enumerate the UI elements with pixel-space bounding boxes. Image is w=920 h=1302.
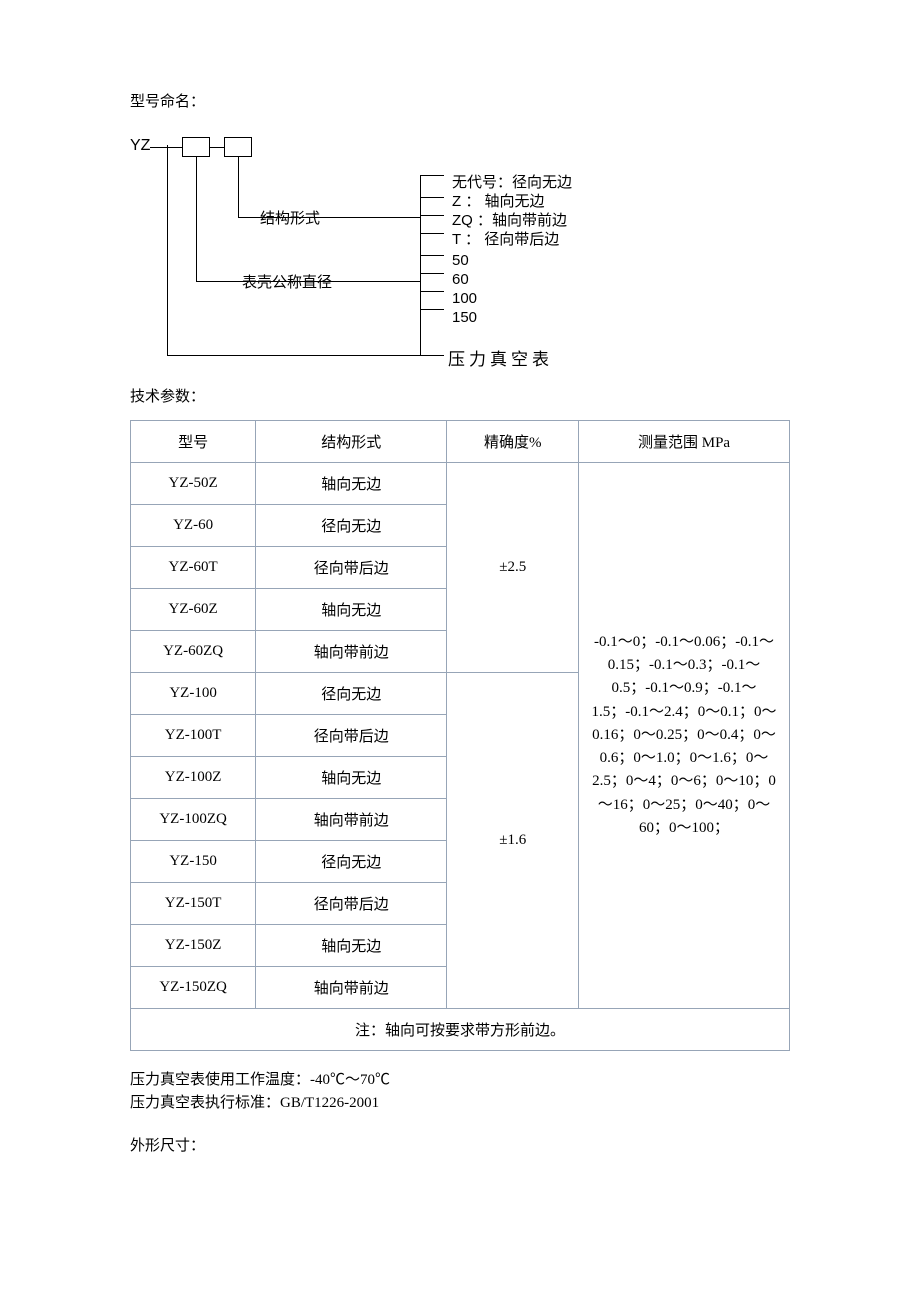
spec-table: 型号 结构形式 精确度% 测量范围 MPa YZ-50Z 轴向无边 ±2.5 -… — [130, 420, 790, 1051]
cell-model: YZ-100ZQ — [131, 799, 256, 841]
cell-model: YZ-60T — [131, 547, 256, 589]
table-row: YZ-50Z 轴向无边 ±2.5 -0.1～0；-0.1～0.06；-0.1～0… — [131, 463, 790, 505]
diagram-line — [420, 273, 444, 274]
cell-accuracy-b: ±1.6 — [447, 673, 579, 1009]
diagram-line — [420, 309, 444, 310]
cell-model: YZ-50Z — [131, 463, 256, 505]
slot-diameter — [182, 137, 210, 157]
diagram-line — [420, 175, 421, 355]
cell-accuracy-a: ±2.5 — [447, 463, 579, 673]
diagram-line — [196, 157, 197, 281]
cell-model: YZ-100 — [131, 673, 256, 715]
cell-model: YZ-60 — [131, 505, 256, 547]
cell-model: YZ-60Z — [131, 589, 256, 631]
cell-model: YZ-100T — [131, 715, 256, 757]
th-model: 型号 — [131, 421, 256, 463]
th-accuracy: 精确度% — [447, 421, 579, 463]
cell-model: YZ-150ZQ — [131, 967, 256, 1009]
label-structure: 结构形式 — [260, 207, 320, 228]
cell-structure: 径向带后边 — [256, 715, 447, 757]
cell-model: YZ-60ZQ — [131, 631, 256, 673]
dimensions-heading: 外形尺寸： — [130, 1134, 790, 1155]
cell-structure: 径向无边 — [256, 505, 447, 547]
label-gauge-type: 压力真空表 — [448, 345, 553, 370]
naming-heading: 型号命名： — [130, 90, 790, 111]
diagram-line — [150, 147, 182, 148]
cell-structure: 径向无边 — [256, 841, 447, 883]
cell-structure: 轴向无边 — [256, 757, 447, 799]
cell-structure: 轴向带前边 — [256, 967, 447, 1009]
diagram-line — [420, 233, 444, 234]
cell-structure: 径向带后边 — [256, 547, 447, 589]
diagram-line — [210, 147, 224, 148]
cell-model: YZ-150 — [131, 841, 256, 883]
table-note-row: 注：轴向可按要求带方形前边。 — [131, 1009, 790, 1051]
note-standard: 压力真空表执行标准：GB/T1226-2001 — [130, 1092, 790, 1115]
diagram-line — [420, 197, 444, 198]
th-structure: 结构形式 — [256, 421, 447, 463]
options-structure: 无代号：径向无边 Z ： 轴向无边 ZQ ：轴向带前边 T ： 径向带后边 — [452, 173, 572, 249]
diagram-line — [167, 355, 444, 356]
cell-structure: 径向带后边 — [256, 883, 447, 925]
diagram-line — [420, 175, 444, 176]
diagram-line — [238, 157, 239, 217]
note-temperature: 压力真空表使用工作温度：-40℃～70℃ — [130, 1069, 790, 1092]
cell-structure: 轴向无边 — [256, 463, 447, 505]
cell-structure: 轴向无边 — [256, 589, 447, 631]
diagram-line — [420, 215, 444, 216]
cell-structure: 轴向带前边 — [256, 631, 447, 673]
label-diameter: 表壳公称直径 — [242, 271, 332, 292]
cell-model: YZ-100Z — [131, 757, 256, 799]
cell-structure: 轴向带前边 — [256, 799, 447, 841]
cell-model: YZ-150T — [131, 883, 256, 925]
options-diameter: 50 60 100 150 — [452, 251, 477, 327]
tech-heading: 技术参数： — [130, 385, 790, 406]
cell-structure: 轴向无边 — [256, 925, 447, 967]
diagram-line — [167, 145, 168, 355]
table-header-row: 型号 结构形式 精确度% 测量范围 MPa — [131, 421, 790, 463]
th-range: 测量范围 MPa — [579, 421, 790, 463]
cell-model: YZ-150Z — [131, 925, 256, 967]
diagram-line — [420, 255, 444, 256]
slot-structure — [224, 137, 252, 157]
cell-range: -0.1～0；-0.1～0.06；-0.1～0.15；-0.1～0.3；-0.1… — [579, 463, 790, 1009]
cell-structure: 径向无边 — [256, 673, 447, 715]
diagram-line — [420, 291, 444, 292]
prefix-yz: YZ — [130, 137, 150, 155]
naming-diagram: YZ 结构形式 表壳公称直径 无代号：径向无边 Z ： 轴向无边 ZQ ：轴向带… — [130, 115, 790, 365]
cell-note: 注：轴向可按要求带方形前边。 — [131, 1009, 790, 1051]
